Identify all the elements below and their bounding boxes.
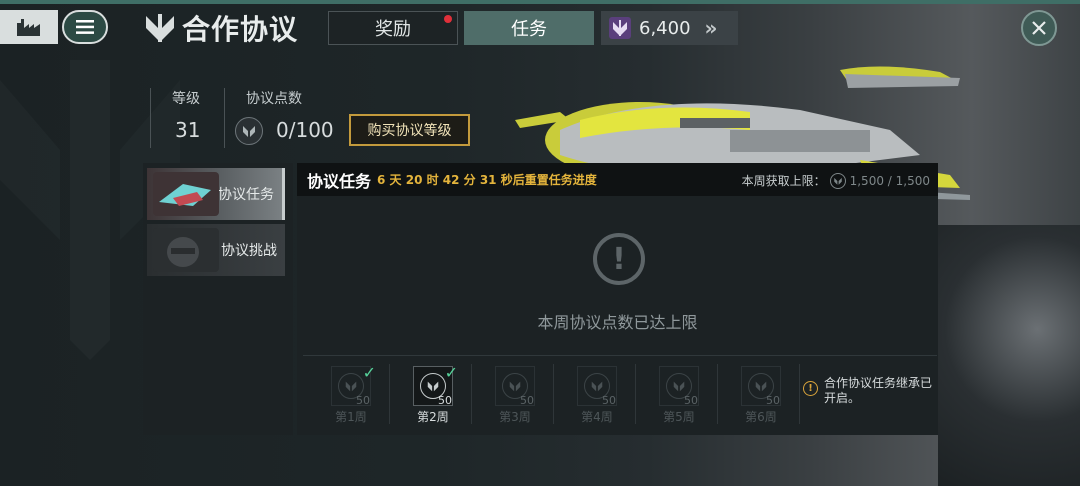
weekly-limit-label: 本周获取上限： bbox=[741, 174, 826, 188]
level-label: 等级 bbox=[172, 91, 200, 107]
close-button[interactable] bbox=[1021, 10, 1057, 46]
info-exclamation-icon: ! bbox=[803, 381, 818, 396]
week-card-4[interactable]: 50 第4周 bbox=[555, 362, 633, 426]
exclamation-icon: ! bbox=[593, 233, 645, 285]
empty-state-message: 本周协议点数已达上限 bbox=[537, 313, 698, 332]
divider bbox=[717, 364, 718, 424]
week-card-3[interactable]: 50 第3周 bbox=[473, 362, 551, 426]
divider bbox=[389, 364, 390, 424]
close-icon bbox=[1032, 21, 1046, 35]
tab-rewards[interactable]: 奖励 bbox=[328, 11, 458, 45]
factory-icon bbox=[17, 19, 40, 36]
currency-display[interactable]: 6,400 » bbox=[601, 11, 738, 45]
protocol-tasks-panel: 协议任务 6 天 20 时 42 分 31 秒后重置任务进度 本周获取上限： 1… bbox=[297, 163, 938, 435]
protocol-challenge-thumbnail bbox=[153, 228, 219, 272]
base-button[interactable] bbox=[0, 10, 58, 44]
week-points: 50 bbox=[520, 394, 534, 407]
inheritance-note-text: 合作协议任务继承已开启。 bbox=[824, 376, 933, 405]
divider bbox=[553, 364, 554, 424]
sidebar-item-protocol-challenge[interactable]: 协议挑战 bbox=[147, 224, 285, 276]
week-card-2[interactable]: ✓ 50 第2周 bbox=[391, 362, 469, 426]
currency-value: 6,400 bbox=[639, 17, 691, 39]
sidebar-item-label: 协议任务 bbox=[218, 187, 274, 203]
reset-countdown: 6 天 20 时 42 分 31 秒后重置任务进度 bbox=[377, 173, 597, 187]
weekly-limit: 本周获取上限： 1,500 / 1,500 bbox=[742, 172, 930, 189]
tab-tasks[interactable]: 任务 bbox=[464, 11, 594, 45]
divider bbox=[635, 364, 636, 424]
buy-protocol-level-button[interactable]: 购买协议等级 bbox=[349, 114, 470, 146]
week-reward-box: 50 bbox=[741, 366, 781, 407]
divider bbox=[799, 364, 800, 424]
notification-dot bbox=[444, 15, 452, 23]
week-reward-box: ✓ 50 bbox=[413, 363, 458, 407]
level-value: 31 bbox=[175, 118, 201, 142]
inheritance-note: ! 合作协议任务继承已开启。 bbox=[803, 376, 933, 406]
protocol-point-icon bbox=[829, 172, 846, 189]
week-points: 50 bbox=[684, 394, 698, 407]
checkmark-icon: ✓ bbox=[362, 363, 376, 382]
background-space bbox=[938, 225, 1080, 486]
hamburger-icon bbox=[76, 20, 94, 34]
protocol-point-icon bbox=[235, 117, 263, 145]
weekly-progress: ✓ 50 第1周 ✓ 50 第2周 50 第3周 50 第4周 50 第5周 5… bbox=[303, 355, 937, 429]
week-label: 第3周 bbox=[499, 410, 531, 424]
week-label: 第6周 bbox=[745, 410, 777, 424]
week-points: 50 bbox=[356, 394, 370, 407]
protocol-points-value: 0/100 bbox=[276, 118, 334, 142]
week-card-6[interactable]: 50 第6周 bbox=[719, 362, 797, 426]
sidebar-item-label: 协议挑战 bbox=[221, 243, 277, 259]
week-label: 第1周 bbox=[335, 410, 367, 424]
weekly-limit-value: 1,500 / 1,500 bbox=[849, 173, 930, 188]
sidebar: 协议任务 协议挑战 bbox=[143, 163, 293, 435]
week-points: 50 bbox=[602, 394, 616, 407]
week-points: 50 bbox=[438, 394, 452, 407]
panel-title: 协议任务 bbox=[307, 171, 372, 191]
tab-tasks-label: 任务 bbox=[511, 19, 547, 40]
top-accent-line bbox=[0, 0, 1080, 4]
divider bbox=[224, 88, 225, 148]
sidebar-item-protocol-tasks[interactable]: 协议任务 bbox=[147, 168, 285, 220]
double-chevron-right-icon: » bbox=[704, 16, 718, 40]
page-header: 合作协议 bbox=[144, 8, 298, 48]
week-card-1[interactable]: ✓ 50 第1周 bbox=[309, 362, 387, 426]
protocol-emblem-icon bbox=[609, 17, 631, 39]
week-reward-box: ✓ 50 bbox=[331, 363, 376, 407]
week-reward-box: 50 bbox=[659, 366, 699, 407]
week-points: 50 bbox=[766, 394, 780, 407]
week-label: 第5周 bbox=[663, 410, 695, 424]
alliance-emblem-icon bbox=[146, 14, 174, 42]
week-label: 第4周 bbox=[581, 410, 613, 424]
week-card-5[interactable]: 50 第5周 bbox=[637, 362, 715, 426]
protocol-tasks-thumbnail bbox=[153, 172, 219, 216]
week-reward-box: 50 bbox=[495, 366, 535, 407]
protocol-points-label: 协议点数 bbox=[246, 91, 302, 107]
checkmark-icon: ✓ bbox=[444, 363, 458, 382]
menu-button[interactable] bbox=[62, 10, 108, 44]
week-reward-box: 50 bbox=[577, 366, 617, 407]
page-title: 合作协议 bbox=[182, 13, 299, 46]
panel-header: 协议任务 6 天 20 时 42 分 31 秒后重置任务进度 本周获取上限： 1… bbox=[297, 163, 938, 196]
tab-rewards-label: 奖励 bbox=[375, 19, 411, 40]
week-label: 第2周 bbox=[417, 410, 449, 424]
divider bbox=[471, 364, 472, 424]
divider bbox=[150, 88, 151, 148]
